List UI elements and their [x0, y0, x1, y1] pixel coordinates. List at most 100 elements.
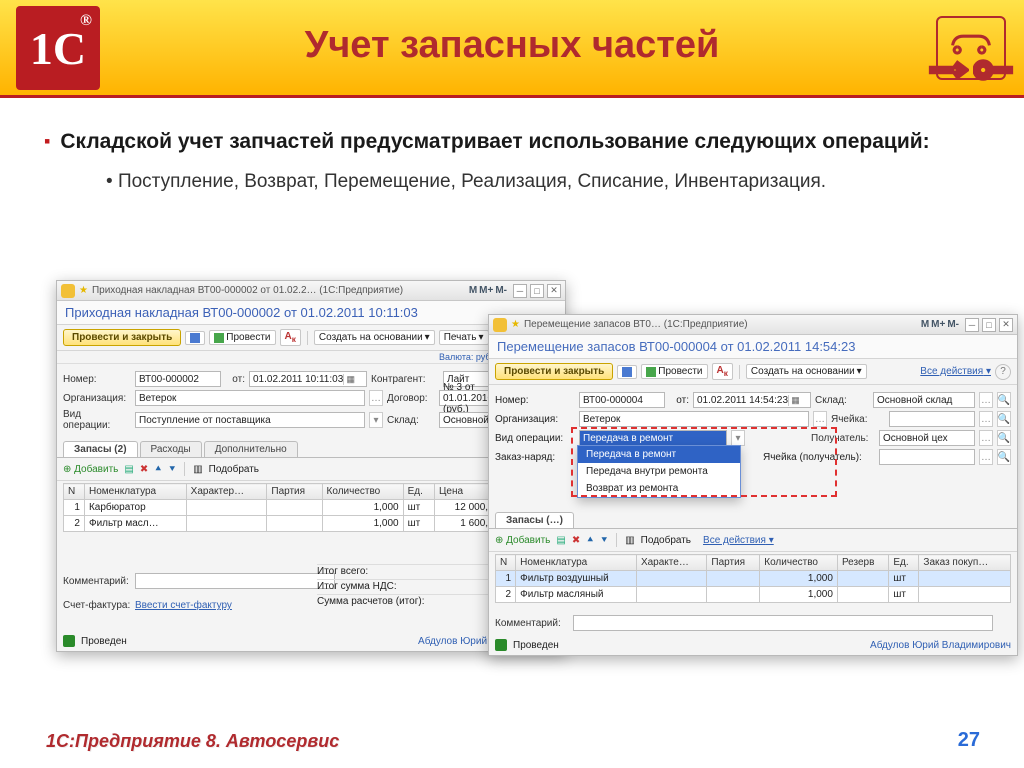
toolbar-m-buttons[interactable]: MM+M-: [469, 285, 507, 296]
field-date[interactable]: 01.02.2011 14:54:23▦: [693, 392, 811, 408]
table-row[interactable]: 2 Фильтр масляный 1,000 шт: [496, 587, 1011, 603]
open-icon[interactable]: 🔍: [997, 430, 1011, 446]
star-icon[interactable]: ★: [511, 319, 520, 330]
field-op-type[interactable]: Передача в ремонт: [579, 430, 727, 446]
select-button[interactable]: …: [813, 411, 827, 427]
field-cell[interactable]: [889, 411, 975, 427]
print-button[interactable]: Печать ▾: [439, 330, 489, 345]
col-n[interactable]: N: [64, 484, 85, 500]
move-down-button[interactable]: ⯆: [168, 464, 176, 475]
dropdown-option[interactable]: Передача внутри ремонта: [578, 463, 740, 480]
minimize-button[interactable]: ─: [513, 284, 527, 298]
dropdown-icon[interactable]: ▾: [369, 412, 383, 428]
table-row[interactable]: 1 Карбюратор 1,000 шт 12 000,00 12 000: [64, 500, 559, 516]
col-batch[interactable]: Партия: [707, 555, 760, 571]
create-based-on-button[interactable]: Создать на основании ▾: [746, 364, 867, 379]
open-icon[interactable]: 🔍: [997, 392, 1011, 408]
toolbar-m-buttons[interactable]: MM+M-: [921, 319, 959, 330]
close-button[interactable]: ✕: [547, 284, 561, 298]
dt-kt-button[interactable]: Ак: [712, 363, 733, 380]
copy-row-button[interactable]: ▤: [556, 535, 565, 546]
dt-kt-button[interactable]: Ак: [280, 329, 301, 346]
dropdown-option[interactable]: Возврат из ремонта: [578, 480, 740, 497]
col-nomenclature[interactable]: Номенклатура: [516, 555, 637, 571]
col-quantity[interactable]: Количество: [322, 484, 403, 500]
select-button[interactable]: …: [979, 449, 993, 465]
tab-additional[interactable]: Дополнительно: [204, 441, 298, 457]
field-number[interactable]: ВТ00-000002: [135, 371, 221, 387]
open-icon[interactable]: 🔍: [997, 411, 1011, 427]
pick-button[interactable]: Подобрать: [641, 535, 691, 546]
add-row-button[interactable]: ⊕ Добавить: [63, 464, 118, 475]
select-button[interactable]: …: [979, 392, 993, 408]
enter-invoice-link[interactable]: Ввести счет-фактуру: [135, 600, 232, 611]
tab-stocks[interactable]: Запасы (2): [63, 441, 138, 457]
move-up-button[interactable]: ⯅: [154, 464, 162, 475]
barcode-icon[interactable]: ▥: [625, 535, 634, 546]
maximize-button[interactable]: □: [530, 284, 544, 298]
delete-row-button[interactable]: ✖: [572, 535, 580, 546]
field-org[interactable]: Ветерок: [579, 411, 809, 427]
tab-stocks[interactable]: Запасы (…): [495, 512, 574, 528]
minimize-button[interactable]: ─: [965, 318, 979, 332]
add-row-button[interactable]: ⊕ Добавить: [495, 535, 550, 546]
tab-expenses[interactable]: Расходы: [140, 441, 202, 457]
label-receiver: Получатель:: [811, 433, 875, 444]
all-actions-link[interactable]: Все действия ▾: [703, 535, 774, 546]
close-button[interactable]: ✕: [999, 318, 1013, 332]
copy-row-button[interactable]: ▤: [124, 464, 133, 475]
field-warehouse[interactable]: Основной склад: [873, 392, 975, 408]
op-type-dropdown[interactable]: Передача в ремонт Передача внутри ремонт…: [577, 445, 741, 498]
field-date[interactable]: 01.02.2011 10:11:03▦: [249, 371, 367, 387]
barcode-icon[interactable]: ▥: [193, 464, 202, 475]
titlebar[interactable]: ★ Перемещение запасов ВТ0… (1С:Предприят…: [489, 315, 1017, 335]
select-button[interactable]: …: [369, 390, 383, 406]
label-op-type: Вид операции:: [495, 433, 575, 444]
select-button[interactable]: …: [979, 430, 993, 446]
move-down-button[interactable]: ⯆: [600, 535, 608, 546]
items-grid[interactable]: N Номенклатура Характе… Партия Количеств…: [495, 554, 1011, 603]
table-row[interactable]: 1 Фильтр воздушный 1,000 шт: [496, 571, 1011, 587]
maximize-button[interactable]: □: [982, 318, 996, 332]
help-icon[interactable]: ?: [995, 364, 1011, 380]
delete-row-button[interactable]: ✖: [140, 464, 148, 475]
col-nomenclature[interactable]: Номенклатура: [84, 484, 186, 500]
post-button[interactable]: Провести: [641, 364, 707, 379]
col-order[interactable]: Заказ покуп…: [919, 555, 1011, 571]
all-actions-link[interactable]: Все действия ▾: [920, 366, 991, 377]
col-reserve[interactable]: Резерв: [837, 555, 888, 571]
open-icon[interactable]: 🔍: [997, 449, 1011, 465]
date-picker-icon[interactable]: ▦: [343, 374, 357, 385]
field-op-type[interactable]: Поступление от поставщика: [135, 412, 365, 428]
field-receiver[interactable]: Основной цех: [879, 430, 975, 446]
col-unit[interactable]: Ед.: [403, 484, 434, 500]
post-and-close-button[interactable]: Провести и закрыть: [63, 329, 181, 346]
items-grid[interactable]: N Номенклатура Характер… Партия Количест…: [63, 483, 559, 532]
create-based-on-button[interactable]: Создать на основании ▾: [314, 330, 435, 345]
col-characteristic[interactable]: Характе…: [636, 555, 706, 571]
select-button[interactable]: …: [979, 411, 993, 427]
slide-title: Учет запасных частей: [120, 24, 904, 67]
date-picker-icon[interactable]: ▦: [788, 395, 802, 406]
post-button[interactable]: Провести: [209, 330, 275, 345]
save-button[interactable]: [617, 365, 637, 379]
col-unit[interactable]: Ед.: [889, 555, 919, 571]
field-org[interactable]: Ветерок: [135, 390, 365, 406]
post-and-close-button[interactable]: Провести и закрыть: [495, 363, 613, 380]
col-characteristic[interactable]: Характер…: [186, 484, 267, 500]
move-up-button[interactable]: ⯅: [586, 535, 594, 546]
field-cell-receiver[interactable]: [879, 449, 975, 465]
col-n[interactable]: N: [496, 555, 516, 571]
table-row[interactable]: 2 Фильтр масл… 1,000 шт 1 600,00 1 600,0: [64, 516, 559, 532]
col-quantity[interactable]: Количество: [760, 555, 838, 571]
star-icon[interactable]: ★: [79, 285, 88, 296]
field-number[interactable]: ВТ00-000004: [579, 392, 665, 408]
dropdown-icon[interactable]: ▾: [731, 430, 745, 446]
save-button[interactable]: [185, 331, 205, 345]
dropdown-option[interactable]: Передача в ремонт: [578, 446, 740, 463]
col-batch[interactable]: Партия: [267, 484, 322, 500]
titlebar[interactable]: ★ Приходная накладная ВТ00-000002 от 01.…: [57, 281, 565, 301]
field-comment[interactable]: [573, 615, 993, 631]
field-comment[interactable]: [135, 573, 335, 589]
pick-button[interactable]: Подобрать: [209, 464, 259, 475]
